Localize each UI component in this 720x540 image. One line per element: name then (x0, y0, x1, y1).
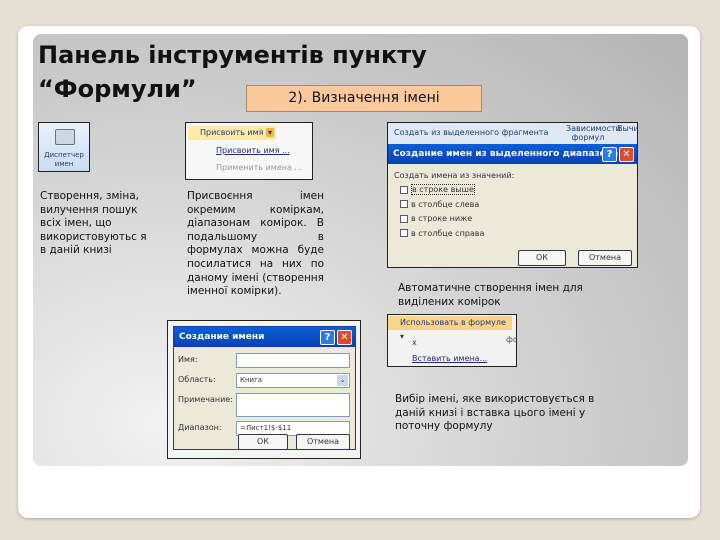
cancel-button[interactable]: Отмена (578, 250, 632, 266)
create-name-dialog: Создание имени ? ✕ Имя: Область: Книга ⌄ П… (167, 320, 361, 459)
menu-item-insert-names[interactable]: Вставить имена... (412, 354, 487, 363)
create-from-selection-dialog: Создать из выделенного фрагмента Зависим… (387, 122, 638, 268)
assign-name-menu: Присвоить имя ▾ Присвоить имя ... Примен… (185, 122, 313, 180)
ok-button[interactable]: ОК (518, 250, 566, 266)
use-in-formula-menu: Использовать в формуле ▾ x Вставить имен… (387, 314, 517, 367)
assign-description: Присвоєння імен окремим коміркам, діапаз… (187, 190, 324, 298)
ok-button[interactable]: ОК (238, 434, 288, 450)
menu-item-apply[interactable]: Применить имена ... (216, 163, 302, 172)
scope-select[interactable]: Книга ⌄ (236, 373, 350, 388)
chevron-down-icon: ▾ (266, 128, 275, 137)
use-in-formula-description: Вибір імені, яке використовується в дані… (395, 393, 595, 433)
name-input[interactable] (236, 353, 350, 368)
chevron-down-icon: ⌄ (337, 375, 348, 386)
option-right-column[interactable]: в столбце справа (400, 227, 484, 242)
comment-input[interactable] (236, 393, 350, 417)
close-icon[interactable]: ✕ (619, 147, 634, 162)
help-icon[interactable]: ? (602, 147, 617, 162)
use-in-formula-button[interactable]: Использовать в формуле ▾ (388, 316, 512, 341)
menu-item-assign[interactable]: Присвоить имя ... (216, 146, 290, 155)
assign-name-button[interactable]: Присвоить имя ▾ (188, 126, 276, 140)
help-icon[interactable]: ? (320, 330, 335, 345)
auto-create-description: Автоматичне створення імен для виділених… (398, 282, 583, 308)
name-manager-icon (55, 129, 75, 145)
create-from-selection-button[interactable]: Создать из выделенного фрагмента (394, 128, 548, 137)
name-manager-description: Створення, зміна, вилучення пошук всіх і… (40, 190, 147, 257)
menu-item-name-x[interactable]: x (412, 338, 417, 347)
close-icon[interactable]: ✕ (337, 330, 352, 345)
name-manager-button[interactable]: Диспетчер имен (38, 122, 90, 172)
option-row-above[interactable]: в строке выше (400, 183, 484, 198)
option-left-column[interactable]: в столбце слева (400, 198, 484, 213)
option-row-below[interactable]: в строке ниже (400, 212, 484, 227)
section-badge: 2). Визначення імені (246, 85, 482, 112)
cancel-button[interactable]: Отмена (296, 434, 350, 450)
